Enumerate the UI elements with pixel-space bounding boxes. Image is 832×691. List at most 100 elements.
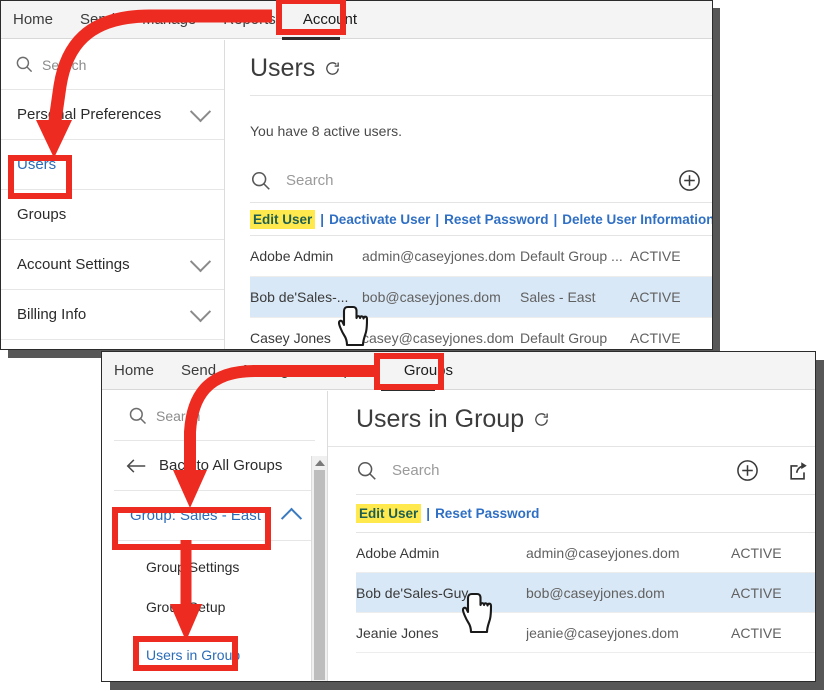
table-row[interactable]: Casey Jones casey@caseyjones.dom Default…: [250, 318, 712, 349]
sidebar-item-group-settings[interactable]: Group Settings: [114, 547, 315, 587]
action-edit-user[interactable]: Edit User: [356, 504, 422, 523]
chevron-down-icon: [189, 251, 212, 273]
nav-item-home[interactable]: Home: [114, 362, 154, 379]
sidebar-item-personal-preferences[interactable]: Personal Preferences: [1, 90, 224, 140]
sidebar-item-account-settings[interactable]: Account Settings: [1, 240, 224, 290]
group-header-label: Group: Sales - East: [130, 507, 261, 524]
action-edit-user[interactable]: Edit User: [250, 209, 316, 229]
action-separator: |: [435, 211, 440, 227]
users-action-bar: Edit User | Reset Password: [356, 495, 815, 533]
users-search-bar[interactable]: Search: [356, 447, 815, 495]
cell-name: Bob de'Sales-...: [250, 289, 349, 305]
sidebar-item-users[interactable]: Users: [1, 140, 224, 190]
action-reset-password[interactable]: Reset Password: [435, 506, 539, 521]
status-badge: ACTIVE: [731, 624, 782, 641]
scroll-up-arrow-icon[interactable]: [314, 460, 325, 466]
group-header[interactable]: Group: Sales - East: [114, 491, 315, 541]
sidebar-item-label: Users in Group: [146, 647, 241, 663]
sidebar-item-label: Users: [17, 156, 57, 173]
nav-item-manage[interactable]: Manage: [142, 11, 196, 28]
scrollbar-thumb[interactable]: [314, 470, 325, 680]
sidebar-item-label: Groups: [17, 206, 67, 223]
cell-name: Jeanie Jones: [356, 624, 439, 641]
sidebar-item-groups[interactable]: Groups: [1, 190, 224, 240]
action-deactivate-user[interactable]: Deactivate User: [329, 212, 430, 227]
cell-email: bob@caseyjones.dom: [362, 289, 501, 305]
status-badge: ACTIVE: [630, 330, 681, 346]
sidebar-search[interactable]: Search: [1, 40, 224, 90]
cell-email: jeanie@caseyjones.dom: [526, 624, 679, 641]
chevron-up-icon: [280, 507, 303, 529]
table-row[interactable]: Bob de'Sales-... bob@caseyjones.dom Sale…: [250, 277, 712, 318]
sidebar-item-label: Personal Preferences: [17, 106, 162, 123]
page-title-text: Users in Group: [356, 405, 525, 433]
chevron-down-icon: [189, 301, 212, 323]
refresh-icon[interactable]: [324, 60, 341, 77]
top-main-content: Users You have 8 active users. Search Ed…: [226, 40, 712, 349]
nav-item-reports[interactable]: Reports: [223, 11, 276, 28]
nav-item-account[interactable]: Account: [303, 11, 357, 28]
chevron-down-icon: [189, 101, 212, 123]
page-title: Users in Group: [328, 391, 815, 446]
sidebar-item-label: Account Settings: [17, 256, 130, 273]
page-title: Users: [226, 40, 712, 95]
cell-group: Default Group: [520, 330, 608, 346]
action-delete-user-information[interactable]: Delete User Information: [562, 212, 712, 227]
cell-group: Default Group ...: [520, 248, 623, 264]
sidebar-search-placeholder: Search: [156, 407, 201, 424]
cell-name: Adobe Admin: [250, 248, 334, 264]
sidebar-item-group-setup[interactable]: Group Setup: [114, 587, 315, 627]
action-separator: |: [320, 211, 325, 227]
top-panel: Home Send Manage Reports Account Search …: [0, 0, 713, 350]
status-badge: ACTIVE: [630, 289, 681, 305]
nav-item-reports[interactable]: Reports: [324, 362, 377, 379]
sidebar-item-billing-info[interactable]: Billing Info: [1, 290, 224, 340]
bottom-main-content: Users in Group Search Edit User | Reset …: [327, 391, 815, 681]
search-icon: [129, 407, 147, 424]
sidebar-item-users-in-group[interactable]: Users in Group: [114, 635, 315, 675]
table-row[interactable]: Jeanie Jones jeanie@caseyjones.dom ACTIV…: [356, 613, 815, 653]
cell-email: casey@caseyjones.dom: [362, 330, 514, 346]
back-label: Back to All Groups: [159, 457, 283, 474]
plus-circle-icon[interactable]: [736, 459, 759, 482]
status-badge: ACTIVE: [731, 544, 782, 561]
cell-email: admin@caseyjones.dom: [362, 248, 516, 264]
nav-item-groups[interactable]: Groups: [404, 362, 453, 379]
cell-email: admin@caseyjones.dom: [526, 544, 680, 561]
cell-name: Casey Jones: [250, 330, 331, 346]
table-row[interactable]: Adobe Admin admin@caseyjones.dom ACTIVE: [356, 533, 815, 573]
nav-item-home[interactable]: Home: [13, 11, 53, 28]
table-row[interactable]: Bob de'Sales-Guy bob@caseyjones.dom ACTI…: [356, 573, 815, 613]
sidebar-search-placeholder: Search: [42, 56, 87, 73]
cell-name: Bob de'Sales-Guy: [356, 584, 469, 601]
nav-item-send[interactable]: Send: [181, 362, 216, 379]
nav-item-manage[interactable]: Manage: [243, 362, 297, 379]
users-search-bar[interactable]: Search: [250, 159, 712, 203]
search-icon: [16, 56, 33, 73]
action-separator: |: [426, 506, 431, 521]
top-navbar: Home Send Manage Reports Account: [1, 1, 712, 39]
cell-name: Adobe Admin: [356, 544, 440, 561]
plus-circle-icon[interactable]: [678, 169, 701, 192]
users-action-bar: Edit User | Deactivate User | Reset Pass…: [250, 203, 712, 236]
sidebar-search[interactable]: Search: [114, 391, 315, 441]
action-reset-password[interactable]: Reset Password: [444, 212, 548, 227]
status-badge: ACTIVE: [731, 584, 782, 601]
refresh-icon[interactable]: [533, 411, 550, 428]
export-share-icon[interactable]: [787, 460, 810, 482]
bottom-panel: Home Send Manage Reports Groups Search B…: [101, 351, 816, 682]
action-separator: |: [553, 211, 558, 227]
page-title-text: Users: [250, 54, 316, 82]
users-search-placeholder: Search: [392, 462, 440, 479]
sidebar-item-label: Group Settings: [146, 559, 240, 575]
users-search-placeholder: Search: [286, 172, 334, 189]
status-badge: ACTIVE: [630, 248, 681, 264]
sidebar-scrollbar[interactable]: [311, 456, 327, 681]
search-icon: [251, 171, 270, 190]
arrow-left-icon: [126, 458, 146, 473]
cell-group: Sales - East: [520, 289, 596, 305]
nav-item-send[interactable]: Send: [80, 11, 115, 28]
search-icon: [357, 461, 376, 480]
table-row[interactable]: Adobe Admin admin@caseyjones.dom Default…: [250, 236, 712, 277]
back-to-all-groups[interactable]: Back to All Groups: [114, 441, 315, 491]
